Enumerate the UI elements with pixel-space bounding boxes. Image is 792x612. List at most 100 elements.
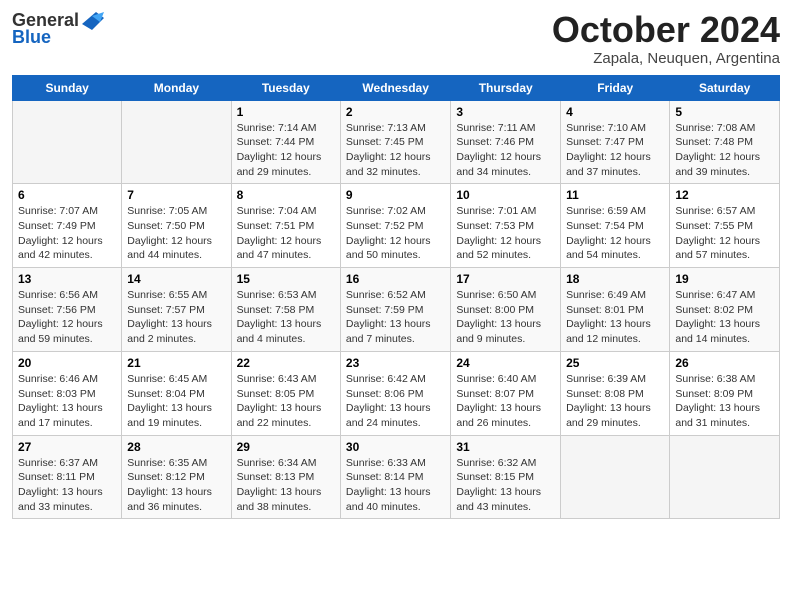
day-number: 24	[456, 356, 555, 370]
week-row-3: 13 Sunrise: 6:56 AMSunset: 7:56 PMDayligh…	[13, 268, 780, 352]
day-number: 7	[127, 188, 225, 202]
cell-info: Sunrise: 7:04 AMSunset: 7:51 PMDaylight:…	[237, 204, 335, 263]
cell-info: Sunrise: 7:11 AMSunset: 7:46 PMDaylight:…	[456, 121, 555, 180]
cell-info: Sunrise: 7:05 AMSunset: 7:50 PMDaylight:…	[127, 204, 225, 263]
day-number: 5	[675, 105, 774, 119]
calendar-cell: 14Sunrise: 6:55 AMSunset: 7:57 PMDayligh…	[122, 268, 231, 352]
calendar-cell: 21 Sunrise: 6:45 AMSunset: 8:04 PMDayligh…	[122, 351, 231, 435]
cell-info: Sunrise: 6:56 AMSunset: 7:56 PMDaylight:…	[18, 288, 116, 347]
calendar-cell: 9 Sunrise: 7:02 AMSunset: 7:52 PMDaylight…	[340, 184, 450, 268]
cell-info: Sunrise: 7:14 AMSunset: 7:44 PMDaylight:…	[237, 121, 335, 180]
day-number: 13	[18, 272, 116, 286]
day-number: 18	[566, 272, 664, 286]
day-header-sunday: Sunday	[13, 75, 122, 100]
cell-info: Sunrise: 6:52 AMSunset: 7:59 PMDaylight:…	[346, 288, 445, 347]
calendar-cell: 24 Sunrise: 6:40 AMSunset: 8:07 PMDayligh…	[451, 351, 561, 435]
cell-info: Sunrise: 6:39 AMSunset: 8:08 PMDaylight:…	[566, 372, 664, 431]
day-number: 10	[456, 188, 555, 202]
calendar-cell: 25 Sunrise: 6:39 AMSunset: 8:08 PMDayligh…	[561, 351, 670, 435]
day-number: 9	[346, 188, 445, 202]
calendar-cell: 15Sunrise: 6:53 AMSunset: 7:58 PMDayligh…	[231, 268, 340, 352]
calendar-cell: 2 Sunrise: 7:13 AMSunset: 7:45 PMDaylight…	[340, 100, 450, 184]
week-row-1: 1 Sunrise: 7:14 AMSunset: 7:44 PMDaylight…	[13, 100, 780, 184]
cell-info: Sunrise: 7:13 AMSunset: 7:45 PMDaylight:…	[346, 121, 445, 180]
calendar-cell	[561, 435, 670, 519]
day-number: 19	[675, 272, 774, 286]
cell-info: Sunrise: 7:02 AMSunset: 7:52 PMDaylight:…	[346, 204, 445, 263]
calendar-cell: 1 Sunrise: 7:14 AMSunset: 7:44 PMDaylight…	[231, 100, 340, 184]
calendar-cell: 4 Sunrise: 7:10 AMSunset: 7:47 PMDaylight…	[561, 100, 670, 184]
calendar-cell: 28 Sunrise: 6:35 AMSunset: 8:12 PMDayligh…	[122, 435, 231, 519]
day-number: 23	[346, 356, 445, 370]
cell-info: Sunrise: 6:59 AMSunset: 7:54 PMDaylight:…	[566, 204, 664, 263]
cell-info: Sunrise: 7:08 AMSunset: 7:48 PMDaylight:…	[675, 121, 774, 180]
cell-info: Sunrise: 6:37 AMSunset: 8:11 PMDaylight:…	[18, 456, 116, 515]
calendar-cell: 30 Sunrise: 6:33 AMSunset: 8:14 PMDayligh…	[340, 435, 450, 519]
cell-info: Sunrise: 6:45 AMSunset: 8:04 PMDaylight:…	[127, 372, 225, 431]
calendar-cell: 13 Sunrise: 6:56 AMSunset: 7:56 PMDayligh…	[13, 268, 122, 352]
day-number: 1	[237, 105, 335, 119]
day-number: 28	[127, 440, 225, 454]
day-number: 15	[237, 272, 335, 286]
calendar-cell	[670, 435, 780, 519]
day-number: 20	[18, 356, 116, 370]
cell-info: Sunrise: 6:43 AMSunset: 8:05 PMDaylight:…	[237, 372, 335, 431]
day-number: 6	[18, 188, 116, 202]
calendar-cell	[122, 100, 231, 184]
calendar-cell: 17Sunrise: 6:50 AMSunset: 8:00 PMDayligh…	[451, 268, 561, 352]
calendar-cell: 6 Sunrise: 7:07 AMSunset: 7:49 PMDaylight…	[13, 184, 122, 268]
day-number: 17	[456, 272, 555, 286]
day-number: 31	[456, 440, 555, 454]
cell-info: Sunrise: 6:32 AMSunset: 8:15 PMDaylight:…	[456, 456, 555, 515]
calendar-cell: 27 Sunrise: 6:37 AMSunset: 8:11 PMDayligh…	[13, 435, 122, 519]
cell-info: Sunrise: 6:55 AMSunset: 7:57 PMDaylight:…	[127, 288, 225, 347]
calendar-cell: 26Sunrise: 6:38 AMSunset: 8:09 PMDayligh…	[670, 351, 780, 435]
calendar-table: SundayMondayTuesdayWednesdayThursdayFrid…	[12, 75, 780, 520]
header: General Blue October 2024 Zapala, Neuque…	[12, 10, 780, 67]
cell-info: Sunrise: 7:01 AMSunset: 7:53 PMDaylight:…	[456, 204, 555, 263]
calendar-cell: 31 Sunrise: 6:32 AMSunset: 8:15 PMDayligh…	[451, 435, 561, 519]
calendar-cell: 20 Sunrise: 6:46 AMSunset: 8:03 PMDayligh…	[13, 351, 122, 435]
day-number: 21	[127, 356, 225, 370]
title-area: October 2024 Zapala, Neuquen, Argentina	[552, 10, 780, 67]
day-header-wednesday: Wednesday	[340, 75, 450, 100]
day-number: 4	[566, 105, 664, 119]
cell-info: Sunrise: 6:38 AMSunset: 8:09 PMDaylight:…	[675, 372, 774, 431]
day-number: 3	[456, 105, 555, 119]
cell-info: Sunrise: 6:46 AMSunset: 8:03 PMDaylight:…	[18, 372, 116, 431]
cell-info: Sunrise: 7:10 AMSunset: 7:47 PMDaylight:…	[566, 121, 664, 180]
day-number: 30	[346, 440, 445, 454]
calendar-cell: 22 Sunrise: 6:43 AMSunset: 8:05 PMDayligh…	[231, 351, 340, 435]
logo: General Blue	[12, 10, 104, 48]
calendar-cell: 19Sunrise: 6:47 AMSunset: 8:02 PMDayligh…	[670, 268, 780, 352]
cell-info: Sunrise: 6:33 AMSunset: 8:14 PMDaylight:…	[346, 456, 445, 515]
day-number: 27	[18, 440, 116, 454]
month-title: October 2024	[552, 10, 780, 50]
day-number: 29	[237, 440, 335, 454]
day-header-thursday: Thursday	[451, 75, 561, 100]
calendar-cell	[13, 100, 122, 184]
day-number: 16	[346, 272, 445, 286]
cell-info: Sunrise: 6:49 AMSunset: 8:01 PMDaylight:…	[566, 288, 664, 347]
day-number: 12	[675, 188, 774, 202]
calendar-cell: 23 Sunrise: 6:42 AMSunset: 8:06 PMDayligh…	[340, 351, 450, 435]
location-subtitle: Zapala, Neuquen, Argentina	[552, 50, 780, 67]
calendar-cell: 8 Sunrise: 7:04 AMSunset: 7:51 PMDaylight…	[231, 184, 340, 268]
day-number: 2	[346, 105, 445, 119]
week-row-2: 6 Sunrise: 7:07 AMSunset: 7:49 PMDaylight…	[13, 184, 780, 268]
cell-info: Sunrise: 6:40 AMSunset: 8:07 PMDaylight:…	[456, 372, 555, 431]
cell-info: Sunrise: 6:35 AMSunset: 8:12 PMDaylight:…	[127, 456, 225, 515]
day-number: 25	[566, 356, 664, 370]
calendar-cell: 10 Sunrise: 7:01 AMSunset: 7:53 PMDayligh…	[451, 184, 561, 268]
calendar-cell: 5 Sunrise: 7:08 AMSunset: 7:48 PMDaylight…	[670, 100, 780, 184]
logo-blue-text: Blue	[12, 27, 51, 48]
calendar-cell: 12Sunrise: 6:57 AMSunset: 7:55 PMDayligh…	[670, 184, 780, 268]
cell-info: Sunrise: 6:42 AMSunset: 8:06 PMDaylight:…	[346, 372, 445, 431]
calendar-cell: 18 Sunrise: 6:49 AMSunset: 8:01 PMDayligh…	[561, 268, 670, 352]
calendar-cell: 29Sunrise: 6:34 AMSunset: 8:13 PMDayligh…	[231, 435, 340, 519]
day-number: 8	[237, 188, 335, 202]
day-number: 22	[237, 356, 335, 370]
day-header-tuesday: Tuesday	[231, 75, 340, 100]
calendar-cell: 11Sunrise: 6:59 AMSunset: 7:54 PMDayligh…	[561, 184, 670, 268]
cell-info: Sunrise: 7:07 AMSunset: 7:49 PMDaylight:…	[18, 204, 116, 263]
